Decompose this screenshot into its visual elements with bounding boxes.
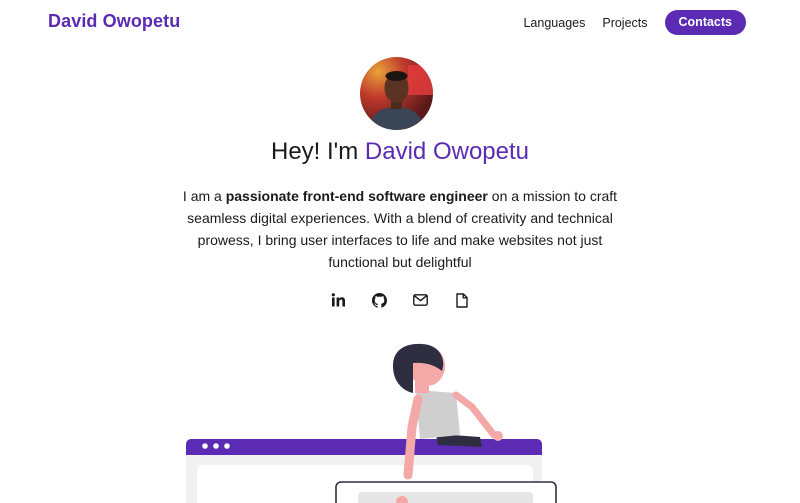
contacts-button[interactable]: Contacts <box>664 10 746 35</box>
brand-logo[interactable]: David Owopetu <box>48 11 180 32</box>
site-header: David Owopetu Languages Projects Contact… <box>0 0 800 46</box>
social-links <box>330 291 470 309</box>
hero-name: David Owopetu <box>364 138 530 165</box>
avatar <box>360 57 433 130</box>
avatar-photo <box>360 57 433 130</box>
mail-icon[interactable] <box>413 292 429 308</box>
main-nav: Languages Projects Contacts <box>523 10 746 35</box>
hero-bio: I am a passionate front-end software eng… <box>175 185 625 273</box>
developer-illustration <box>186 343 557 503</box>
browser-window-graphic <box>186 439 557 503</box>
document-icon[interactable] <box>454 292 470 308</box>
nav-languages[interactable]: Languages <box>523 16 585 30</box>
hero-illustration <box>180 335 560 503</box>
linkedin-icon[interactable] <box>330 292 346 308</box>
hero-greeting: Hey! I'm <box>270 138 365 165</box>
nav-projects[interactable]: Projects <box>602 16 647 30</box>
bio-prefix: I am a <box>182 188 226 204</box>
hero-title: Hey! I'm David Owopetu <box>0 138 800 166</box>
bio-emphasis: passionate front-end software engineer <box>225 188 488 204</box>
github-icon[interactable] <box>371 292 387 308</box>
